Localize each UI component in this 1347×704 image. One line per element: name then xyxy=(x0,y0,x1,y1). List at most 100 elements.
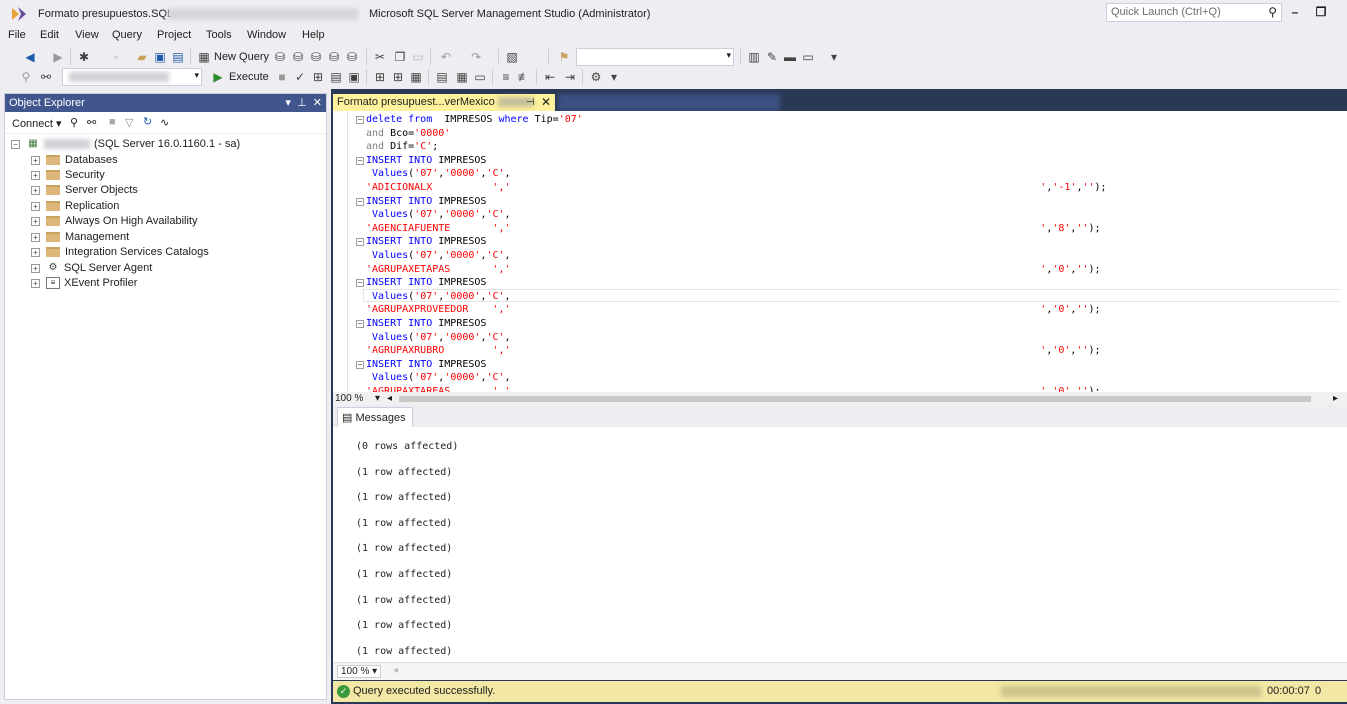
fold-icon[interactable]: − xyxy=(356,197,364,206)
increase-indent-icon[interactable]: ⇥ xyxy=(562,69,578,85)
expand-icon[interactable]: + xyxy=(31,216,40,226)
menu-window[interactable]: Window xyxy=(247,29,286,41)
close-icon[interactable]: ✕ xyxy=(541,94,551,111)
expand-icon[interactable]: + xyxy=(31,170,40,180)
database-selector[interactable]: ▾ xyxy=(62,68,202,86)
connect-dropdown[interactable]: Connect ▾ xyxy=(12,117,62,130)
save-all-icon[interactable]: ▤ xyxy=(170,49,186,65)
specify-values-icon[interactable]: ⚙ xyxy=(588,69,604,85)
new-query-button[interactable]: New Query xyxy=(214,51,269,63)
new-project-icon[interactable]: ✱ xyxy=(76,49,92,65)
query-options-icon[interactable]: ▤ xyxy=(328,69,344,85)
cut-icon[interactable]: ✂ xyxy=(372,49,388,65)
dax-query-icon[interactable]: ⛁ xyxy=(344,49,360,65)
expand-icon[interactable]: + xyxy=(31,263,40,273)
sql-editor[interactable]: delete from IMPRESOS where Tip='07' and B… xyxy=(333,111,1347,392)
close-icon[interactable]: ✕ xyxy=(313,97,322,109)
chevron-down-icon[interactable]: ▾ xyxy=(375,392,380,405)
results-to-grid-icon[interactable]: ▦ xyxy=(454,69,470,85)
redo-icon[interactable]: ↷ xyxy=(468,49,484,65)
toolbar-options-icon[interactable]: ▾ xyxy=(606,69,622,85)
comment-icon[interactable]: ≡ xyxy=(498,69,514,85)
expand-icon[interactable]: + xyxy=(31,247,40,257)
navigate-icon[interactable]: ▧ xyxy=(504,49,520,65)
editor-zoom[interactable]: 100 % xyxy=(335,392,363,405)
save-icon[interactable]: ▣ xyxy=(152,49,168,65)
fold-icon[interactable]: − xyxy=(356,238,364,247)
tree-node-management[interactable]: + Management xyxy=(31,229,129,245)
menu-file[interactable]: File xyxy=(8,29,26,41)
panel-menu-icon[interactable]: ▾ xyxy=(285,97,291,109)
menu-project[interactable]: Project xyxy=(157,29,191,41)
menu-tools[interactable]: Tools xyxy=(206,29,232,41)
expand-icon[interactable]: + xyxy=(31,185,40,195)
tree-node-replication[interactable]: + Replication xyxy=(31,198,119,214)
live-stats-icon[interactable]: ⊞ xyxy=(390,69,406,85)
uncomment-icon[interactable]: ≢ xyxy=(516,69,532,85)
restore-icon[interactable]: ❐ xyxy=(1313,4,1329,20)
toolbar-options-icon[interactable]: ▾ xyxy=(826,49,842,65)
tree-node-sql-server-agent[interactable]: + ⚙ SQL Server Agent xyxy=(31,260,152,276)
tree-node-databases[interactable]: + Databases xyxy=(31,152,118,168)
client-stats-icon[interactable]: ▦ xyxy=(408,69,424,85)
scroll-left-icon[interactable]: ◂ xyxy=(393,665,398,676)
pin-icon[interactable]: ⊣ xyxy=(526,94,535,111)
stop-icon[interactable]: ■ xyxy=(274,69,290,85)
add-item-icon[interactable]: ▫ xyxy=(108,49,124,65)
find-icon[interactable]: ⚑ xyxy=(556,49,572,65)
scroll-left-icon[interactable]: ◂ xyxy=(387,392,392,405)
change-connection-icon[interactable]: ⚯ xyxy=(38,69,54,85)
stop-icon[interactable]: ■ xyxy=(109,116,116,128)
fold-icon[interactable]: − xyxy=(356,156,364,165)
menu-query[interactable]: Query xyxy=(112,29,142,41)
tab-query-editor[interactable]: Formato presupuest...verMexico ⊣ ✕ xyxy=(333,94,555,111)
pin-icon[interactable]: ⊥ xyxy=(297,97,307,109)
tab-messages[interactable]: ▤ Messages xyxy=(337,407,413,427)
expand-icon[interactable]: + xyxy=(31,155,40,165)
fold-icon[interactable]: − xyxy=(356,279,364,288)
tree-node-server-objects[interactable]: + Server Objects xyxy=(31,182,138,198)
new-query-icon[interactable]: ▦ xyxy=(196,49,212,65)
menu-view[interactable]: View xyxy=(75,29,99,41)
actual-plan-icon[interactable]: ⊞ xyxy=(372,69,388,85)
results-to-file-icon[interactable]: ▭ xyxy=(472,69,488,85)
fold-icon[interactable]: − xyxy=(356,116,364,124)
server-node[interactable]: − ▦ (SQL Server 16.0.1160.1 - sa) xyxy=(11,136,240,152)
dmx-query-icon[interactable]: ⛁ xyxy=(308,49,324,65)
wrench-icon[interactable]: ✎ xyxy=(764,49,780,65)
undo-icon[interactable]: ↶ xyxy=(438,49,454,65)
minimize-icon[interactable]: – xyxy=(1287,4,1303,20)
expand-icon[interactable]: + xyxy=(31,278,40,288)
quick-launch-input[interactable]: Quick Launch (Ctrl+Q) ⚲ xyxy=(1106,3,1282,22)
refresh-icon[interactable]: ↻ xyxy=(143,115,152,128)
activity-monitor-icon[interactable]: ∿ xyxy=(160,116,169,129)
find-combo[interactable]: ▾ xyxy=(576,48,734,66)
tree-node-always-on[interactable]: + Always On High Availability xyxy=(31,213,197,229)
parse-icon[interactable]: ✓ xyxy=(292,69,308,85)
window-layout-icon[interactable]: ▭ xyxy=(800,49,816,65)
forward-icon[interactable]: ▶ xyxy=(50,49,66,65)
decrease-indent-icon[interactable]: ⇤ xyxy=(542,69,558,85)
tree-node-xevent-profiler[interactable]: + ≡ XEvent Profiler xyxy=(31,275,137,291)
mdx-query-icon[interactable]: ⛁ xyxy=(290,49,306,65)
copy-icon[interactable]: ❐ xyxy=(392,49,408,65)
intellisense-icon[interactable]: ▣ xyxy=(346,69,362,85)
collapse-icon[interactable]: − xyxy=(11,139,20,149)
tree-node-security[interactable]: + Security xyxy=(31,167,105,183)
open-folder-icon[interactable]: ▰ xyxy=(134,49,150,65)
fold-icon[interactable]: − xyxy=(356,320,364,328)
fold-icon[interactable]: − xyxy=(356,360,364,369)
messages-zoom[interactable]: 100 % ▾ xyxy=(337,665,382,678)
connect-server-icon[interactable]: ⚲ xyxy=(70,116,78,129)
execute-icon[interactable]: ▶ xyxy=(210,69,226,85)
menu-help[interactable]: Help xyxy=(302,29,325,41)
properties-icon[interactable]: ▥ xyxy=(746,49,762,65)
connect-icon[interactable]: ⚲ xyxy=(18,69,34,85)
toolbox-icon[interactable]: ▬ xyxy=(782,49,798,65)
editor-horizontal-scrollbar[interactable] xyxy=(399,396,1311,402)
tab-redacted[interactable] xyxy=(558,94,780,111)
xmla-query-icon[interactable]: ⛁ xyxy=(326,49,342,65)
results-to-text-icon[interactable]: ▤ xyxy=(434,69,450,85)
expand-icon[interactable]: + xyxy=(31,232,40,242)
paste-icon[interactable]: ▭ xyxy=(410,49,426,65)
